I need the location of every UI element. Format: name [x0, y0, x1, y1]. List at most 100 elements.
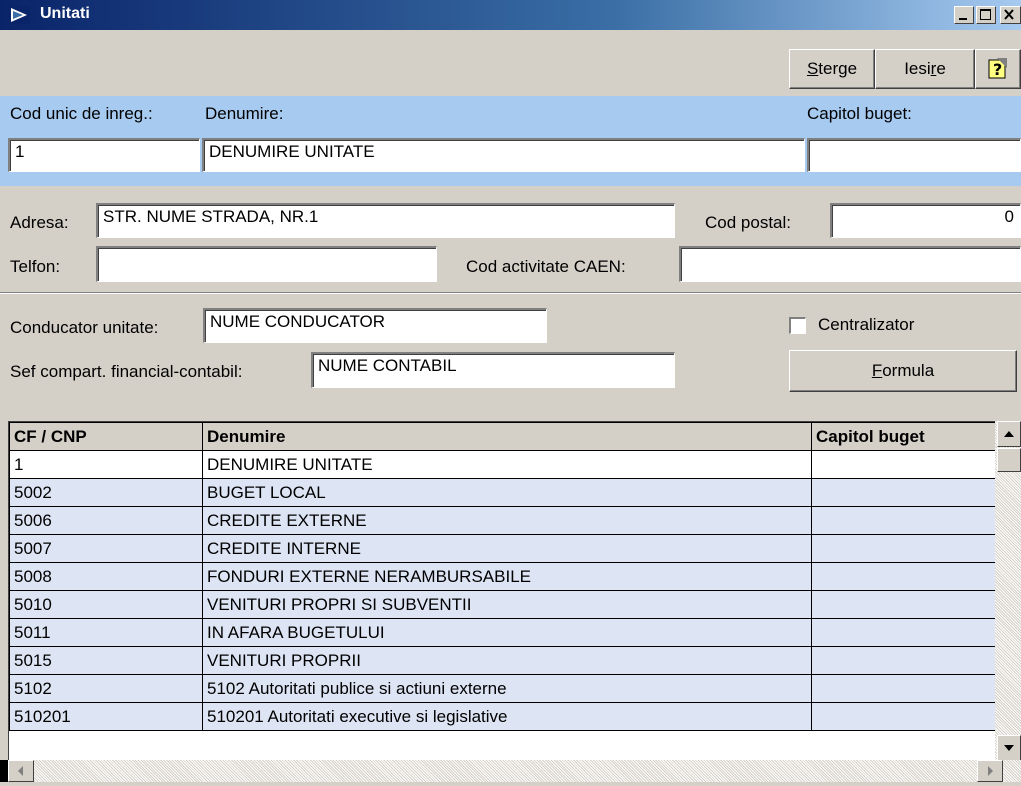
app-icon [8, 6, 30, 24]
table-row[interactable]: 5008 FONDURI EXTERNE NERAMBURSABILE [9, 562, 996, 591]
window-title: Unitati [40, 5, 90, 22]
cell-budget[interactable] [811, 590, 996, 619]
vertical-scrollbar[interactable] [995, 421, 1021, 762]
cell-budget[interactable] [811, 618, 996, 647]
formula-label-rest: ormula [882, 361, 935, 380]
cell-cf[interactable]: 5010 [9, 590, 203, 619]
scroll-right-button[interactable] [977, 760, 1003, 782]
formula-accel: F [871, 361, 883, 380]
postal-input[interactable]: 0 [830, 203, 1021, 238]
cell-name[interactable]: VENITURI PROPRI SI SUBVENTII [202, 590, 812, 619]
table-row[interactable]: 5015 VENITURI PROPRII [9, 646, 996, 675]
minimize-button[interactable] [954, 6, 974, 24]
cell-budget[interactable] [811, 702, 996, 731]
help-icon: ? [988, 58, 1007, 79]
cell-cf[interactable]: 5008 [9, 562, 203, 591]
table-row[interactable]: 5006 CREDITE EXTERNE [9, 506, 996, 535]
arrow-up-icon [1004, 431, 1014, 437]
leader-input[interactable]: NUME CONDUCATOR [203, 308, 547, 343]
maximize-icon [980, 9, 991, 20]
table-row[interactable]: 510201 510201 Autoritati executive si le… [9, 702, 996, 731]
address-input[interactable]: STR. NUME STRADA, NR.1 [96, 203, 675, 238]
cell-budget[interactable] [811, 506, 996, 535]
cell-budget[interactable] [811, 674, 996, 703]
caen-label: Cod activitate CAEN: [466, 257, 626, 276]
cell-cf[interactable]: 5002 [9, 478, 203, 507]
title-bar[interactable]: Unitati [0, 0, 1021, 30]
accountant-label: Sef compart. financial-contabil: [10, 362, 243, 381]
budget-input[interactable] [807, 138, 1021, 172]
close-icon [1004, 9, 1014, 20]
cell-name[interactable]: DENUMIRE UNITATE [202, 450, 812, 479]
cell-cf[interactable]: 5102 [9, 674, 203, 703]
column-header-cf[interactable]: CF / CNP [9, 422, 203, 451]
cell-name[interactable]: VENITURI PROPRII [202, 646, 812, 675]
cell-cf[interactable]: 5015 [9, 646, 203, 675]
identity-panel-bottom [0, 176, 1021, 186]
table-row[interactable]: 1 DENUMIRE UNITATE [9, 450, 996, 479]
cell-cf[interactable]: 1 [9, 450, 203, 479]
table-row[interactable]: 5010 VENITURI PROPRI SI SUBVENTII [9, 590, 996, 619]
help-button[interactable]: ? [975, 49, 1021, 89]
cell-budget[interactable] [811, 478, 996, 507]
arrow-right-icon [988, 766, 993, 776]
centralizer-checkbox[interactable] [789, 317, 806, 334]
cell-name[interactable]: IN AFARA BUGETULUI [202, 618, 812, 647]
phone-label: Telfon: [10, 257, 61, 276]
cell-name[interactable]: FONDURI EXTERNE NERAMBURSABILE [202, 562, 812, 591]
cell-budget[interactable] [811, 534, 996, 563]
address-label: Adresa: [10, 213, 69, 232]
divider [0, 292, 1021, 294]
horizontal-scrollbar[interactable] [8, 760, 1021, 782]
row-indicator [0, 760, 8, 782]
arrow-down-icon [1004, 745, 1014, 751]
cell-budget[interactable] [811, 450, 996, 479]
arrow-left-icon [18, 766, 23, 776]
scroll-up-button[interactable] [997, 421, 1021, 447]
minimize-icon [959, 18, 967, 20]
delete-label-rest: terge [818, 59, 858, 78]
exit-label-post: e [936, 59, 946, 78]
leader-label: Conducator unitate: [10, 318, 159, 337]
scroll-down-button[interactable] [997, 735, 1021, 761]
cell-cf[interactable]: 510201 [9, 702, 203, 731]
column-header-name[interactable]: Denumire [202, 422, 812, 451]
centralizer-label: Centralizator [818, 315, 915, 334]
accountant-input[interactable]: NUME CONTABIL [311, 352, 675, 388]
close-button[interactable] [1000, 6, 1021, 24]
maximize-button[interactable] [976, 6, 996, 24]
delete-accel: S [806, 59, 819, 78]
caen-input[interactable] [679, 246, 1021, 282]
scroll-left-button[interactable] [8, 760, 34, 782]
cui-input[interactable]: 1 [8, 138, 200, 172]
cell-name[interactable]: BUGET LOCAL [202, 478, 812, 507]
table-row[interactable]: 5102 5102 Autoritati publice si actiuni … [9, 674, 996, 703]
table-row[interactable]: 5007 CREDITE INTERNE [9, 534, 996, 563]
cell-name[interactable]: 510201 Autoritati executive si legislati… [202, 702, 812, 731]
grid-header-row: CF / CNP Denumire Capitol buget [9, 422, 996, 451]
table-row[interactable]: 5011 IN AFARA BUGETULUI [9, 618, 996, 647]
name-label: Denumire: [205, 104, 284, 123]
units-grid[interactable]: CF / CNP Denumire Capitol buget 1 DENUMI… [8, 421, 996, 763]
scroll-thumb[interactable] [997, 448, 1021, 472]
exit-label-pre: Iesi [904, 59, 931, 78]
cell-budget[interactable] [811, 646, 996, 675]
cell-name[interactable]: 5102 Autoritati publice si actiuni exter… [202, 674, 812, 703]
cell-budget[interactable] [811, 562, 996, 591]
cell-cf[interactable]: 5011 [9, 618, 203, 647]
budget-label: Capitol buget: [807, 104, 912, 123]
cell-cf[interactable]: 5007 [9, 534, 203, 563]
delete-button[interactable]: Sterge [789, 49, 875, 89]
cui-label: Cod unic de inreg.: [10, 104, 153, 123]
phone-input[interactable] [96, 246, 437, 282]
cell-name[interactable]: CREDITE EXTERNE [202, 506, 812, 535]
cell-cf[interactable]: 5006 [9, 506, 203, 535]
postal-label: Cod postal: [705, 213, 791, 232]
formula-button[interactable]: Formula [789, 350, 1017, 392]
cell-name[interactable]: CREDITE INTERNE [202, 534, 812, 563]
table-row[interactable]: 5002 BUGET LOCAL [9, 478, 996, 507]
svg-text:?: ? [993, 60, 1002, 79]
name-input[interactable]: DENUMIRE UNITATE [202, 138, 805, 172]
column-header-budget[interactable]: Capitol buget [811, 422, 996, 451]
exit-button[interactable]: Iesi r e [875, 49, 975, 89]
